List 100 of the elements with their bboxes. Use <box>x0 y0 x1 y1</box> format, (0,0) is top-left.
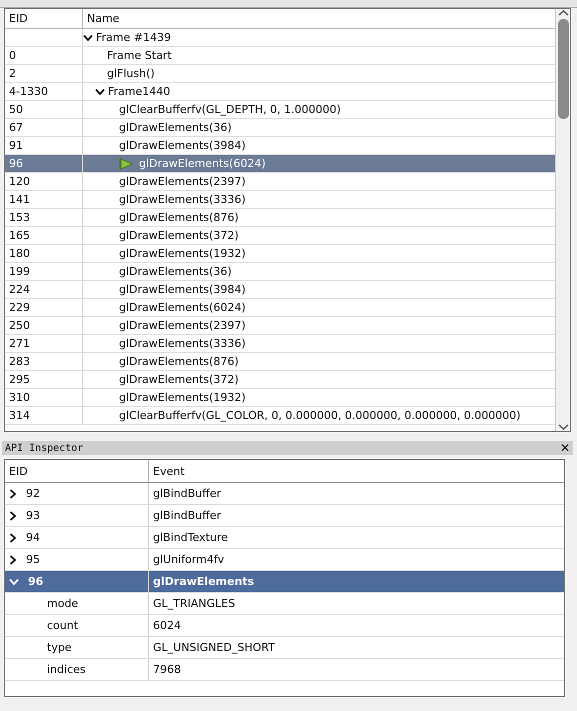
scroll-up-icon[interactable] <box>558 9 568 17</box>
expand-chevron-icon[interactable] <box>9 532 17 542</box>
eid-text: 250 <box>9 319 30 332</box>
parameter-value: GL_UNSIGNED_SHORT <box>153 641 275 654</box>
parameter-value: 7968 <box>153 663 181 676</box>
eid-text: 224 <box>9 283 30 296</box>
event-row[interactable]: 141 glDrawElements(3336) <box>5 191 555 209</box>
eid-text: 93 <box>26 509 40 522</box>
event-name: glDrawElements <box>153 575 254 588</box>
event-name: glDrawElements(2397) <box>119 175 246 188</box>
event-row[interactable]: 250 glDrawElements(2397) <box>5 317 555 335</box>
event-name: glDrawElements(372) <box>119 373 239 386</box>
event-name: glDrawElements(6024) <box>139 157 266 170</box>
column-header[interactable]: Name <box>83 9 124 28</box>
event-row[interactable]: 0 Frame Start <box>5 47 555 65</box>
collapse-chevron-icon[interactable] <box>95 88 105 96</box>
api-call-row[interactable]: 94 glBindTexture <box>5 527 564 549</box>
eid-text: 91 <box>9 139 23 152</box>
event-name: glDrawElements(3336) <box>119 193 246 206</box>
parameter-value: 6024 <box>153 619 181 632</box>
event-row[interactable]: 50 glClearBufferfv(GL_DEPTH, 0, 1.000000) <box>5 101 555 119</box>
event-row[interactable]: Frame #1439 <box>5 29 555 47</box>
api-call-row[interactable]: 92 glBindBuffer <box>5 483 564 505</box>
event-row[interactable]: 314 glClearBufferfv(GL_COLOR, 0, 0.000000, 0.000000, 0.000000, 0.000000) <box>5 407 555 425</box>
parameter-name: mode <box>47 597 78 610</box>
eid-text: 180 <box>9 247 30 260</box>
event-row[interactable]: 120 glDrawElements(2397) <box>5 173 555 191</box>
event-name: glDrawElements(36) <box>119 265 232 278</box>
event-row[interactable]: 153 glDrawElements(876) <box>5 209 555 227</box>
flag-icon <box>119 158 133 170</box>
event-name: glBindBuffer <box>153 509 221 522</box>
event-name: Frame #1439 <box>96 31 171 44</box>
collapse-chevron-icon[interactable] <box>83 34 93 42</box>
event-row[interactable]: 96 glDrawElements(6024) <box>5 155 555 173</box>
event-row[interactable]: 67 glDrawElements(36) <box>5 119 555 137</box>
eid-text: 229 <box>9 301 30 314</box>
expand-chevron-icon[interactable] <box>9 510 17 520</box>
parameter-name: type <box>47 641 72 654</box>
column-header[interactable]: EID <box>5 9 83 28</box>
eid-text: 50 <box>9 103 23 116</box>
eid-text: 165 <box>9 229 30 242</box>
scrollbar-thumb[interactable] <box>558 19 568 119</box>
parameter-name: indices <box>47 663 86 676</box>
event-name: glDrawElements(2397) <box>119 319 246 332</box>
scrollbar[interactable] <box>555 9 570 431</box>
event-row[interactable]: 229 glDrawElements(6024) <box>5 299 555 317</box>
event-name: glDrawElements(876) <box>119 355 239 368</box>
panel-title: API Inspector <box>5 442 84 454</box>
close-button[interactable]: ✕ <box>560 441 570 455</box>
event-name: glBindBuffer <box>153 487 221 500</box>
event-name: Frame1440 <box>108 85 170 98</box>
eid-text: 310 <box>9 391 30 404</box>
event-name: glClearBufferfv(GL_DEPTH, 0, 1.000000) <box>119 103 341 116</box>
event-name: glBindTexture <box>153 531 228 544</box>
parameter-name: count <box>47 619 78 632</box>
eid-text: 141 <box>9 193 30 206</box>
expand-chevron-icon[interactable] <box>9 554 17 564</box>
eid-text: 0 <box>9 49 16 62</box>
event-name: glFlush() <box>107 67 155 80</box>
eid-text: 2 <box>9 67 16 80</box>
event-row[interactable]: 295 glDrawElements(372) <box>5 371 555 389</box>
eid-text: 4-1330 <box>9 85 48 98</box>
scroll-down-icon[interactable] <box>558 423 568 431</box>
event-name: glDrawElements(6024) <box>119 301 246 314</box>
event-name: glDrawElements(1932) <box>119 247 246 260</box>
api-call-row[interactable]: 93 glBindBuffer <box>5 505 564 527</box>
event-row[interactable]: 2 glFlush() <box>5 65 555 83</box>
event-name: glDrawElements(1932) <box>119 391 246 404</box>
event-row[interactable]: 165 glDrawElements(372) <box>5 227 555 245</box>
column-header[interactable]: Event <box>149 460 189 482</box>
parameter-value: GL_TRIANGLES <box>153 597 236 610</box>
event-row[interactable]: 180 glDrawElements(1932) <box>5 245 555 263</box>
eid-text: 295 <box>9 373 30 386</box>
eid-text: 94 <box>26 531 40 544</box>
event-row[interactable]: 4-1330 Frame1440 <box>5 83 555 101</box>
event-name: glDrawElements(3336) <box>119 337 246 350</box>
expand-chevron-icon[interactable] <box>9 488 17 498</box>
eid-text: 283 <box>9 355 30 368</box>
column-header[interactable]: EID <box>5 460 149 482</box>
eid-text: 199 <box>9 265 30 278</box>
event-row[interactable]: 271 glDrawElements(3336) <box>5 335 555 353</box>
event-row[interactable]: 224 glDrawElements(3984) <box>5 281 555 299</box>
event-name: glDrawElements(372) <box>119 229 239 242</box>
event-row[interactable]: 310 glDrawElements(1932) <box>5 389 555 407</box>
eid-text: 67 <box>9 121 23 134</box>
event-name: glDrawElements(876) <box>119 211 239 224</box>
api-call-row[interactable]: 96 glDrawElements <box>5 571 564 593</box>
event-name: glDrawElements(3984) <box>119 139 246 152</box>
event-row[interactable]: 199 glDrawElements(36) <box>5 263 555 281</box>
event-name: glDrawElements(3984) <box>119 283 246 296</box>
eid-text: 314 <box>9 409 30 422</box>
eid-text: 271 <box>9 337 30 350</box>
event-name: glClearBufferfv(GL_COLOR, 0, 0.000000, 0.000000, 0.000000, 0.000000) <box>119 409 521 422</box>
eid-text: 92 <box>26 487 40 500</box>
event-row[interactable]: 283 glDrawElements(876) <box>5 353 555 371</box>
event-name: glDrawElements(36) <box>119 121 232 134</box>
eid-text: 96 <box>9 157 23 170</box>
eid-text: 120 <box>9 175 30 188</box>
eid-text: 95 <box>26 553 40 566</box>
event-name: glUniform4fv <box>153 553 224 566</box>
